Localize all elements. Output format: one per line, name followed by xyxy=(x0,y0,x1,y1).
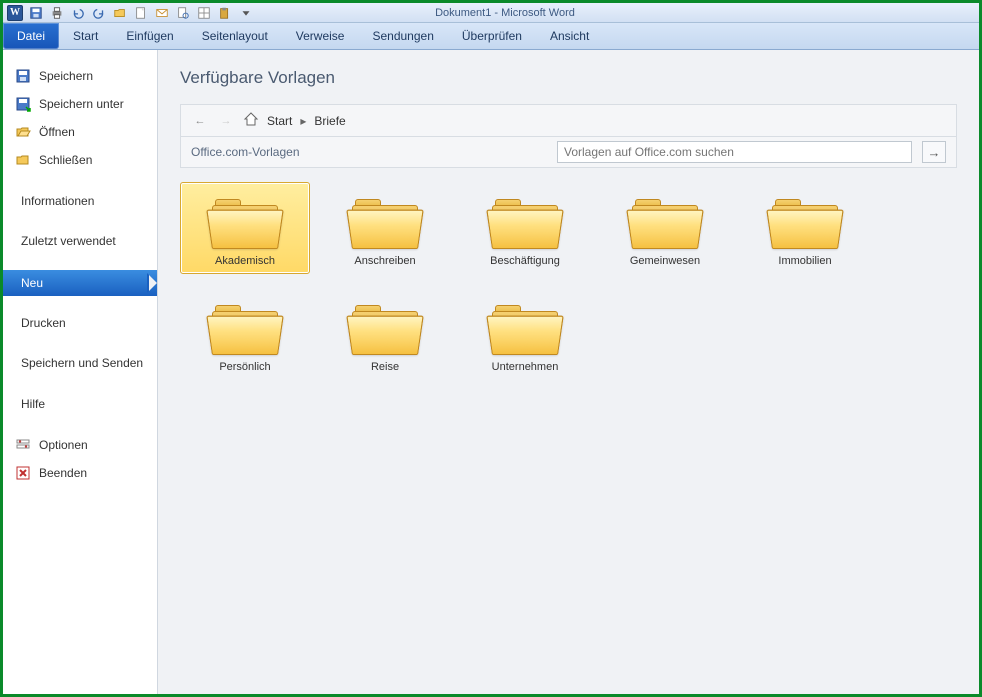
sidebar-item-label: Neu xyxy=(21,276,43,290)
chevron-right-icon: ▸ xyxy=(300,114,306,128)
sidebar-item-label: Schließen xyxy=(39,153,92,167)
folder-icon xyxy=(349,193,421,251)
tab-einfuegen[interactable]: Einfügen xyxy=(112,23,187,49)
template-label: Persönlich xyxy=(219,361,270,373)
sidebar-item-beenden[interactable]: Beenden xyxy=(3,459,157,487)
qat-new-icon[interactable] xyxy=(132,5,150,21)
folder-icon xyxy=(489,193,561,251)
saveas-icon xyxy=(15,96,31,112)
sidebar-item-label: Speichern und Senden xyxy=(21,356,143,372)
sidebar-item-label: Informationen xyxy=(21,194,94,208)
folder-icon xyxy=(209,193,281,251)
template-label: Unternehmen xyxy=(492,361,559,373)
sidebar-item-drucken[interactable]: Drucken xyxy=(3,310,157,336)
folder-icon xyxy=(349,299,421,357)
search-label: Office.com-Vorlagen xyxy=(191,145,300,159)
qat-paste-icon[interactable] xyxy=(216,5,234,21)
search-input[interactable] xyxy=(557,141,912,163)
folder-icon xyxy=(769,193,841,251)
breadcrumb-bar: ← → Start ▸ Briefe xyxy=(180,104,957,137)
home-icon[interactable] xyxy=(243,111,259,130)
qat-redo-icon[interactable] xyxy=(90,5,108,21)
qat-dropdown-icon[interactable] xyxy=(237,5,255,21)
search-row: Office.com-Vorlagen → xyxy=(180,137,957,168)
template-folder-unternehmen[interactable]: Unternehmen xyxy=(460,288,590,380)
save-icon xyxy=(15,68,31,84)
sidebar-item-speichern-und-senden[interactable]: Speichern und Senden xyxy=(3,350,157,378)
qat-preview-icon[interactable] xyxy=(174,5,192,21)
tab-ueberpruefen[interactable]: Überprüfen xyxy=(448,23,536,49)
sidebar-item-label: Zuletzt verwendet xyxy=(21,234,116,250)
sidebar-item-schliessen[interactable]: Schließen xyxy=(3,146,157,174)
sidebar-item-label: Speichern unter xyxy=(39,97,124,111)
backstage-sidebar: Speichern Speichern unter Öffnen Schließ… xyxy=(3,50,158,694)
options-icon xyxy=(15,437,31,453)
qat-open-icon[interactable] xyxy=(111,5,129,21)
window-title: Dokument1 - Microsoft Word xyxy=(435,7,575,19)
quick-access-toolbar xyxy=(27,5,255,21)
nav-back-icon[interactable]: ← xyxy=(191,112,209,130)
qat-print-icon[interactable] xyxy=(48,5,66,21)
backstage-view: Speichern Speichern unter Öffnen Schließ… xyxy=(3,50,979,694)
templates-panel: Verfügbare Vorlagen ← → Start ▸ Briefe O… xyxy=(158,50,979,694)
sidebar-item-label: Öffnen xyxy=(39,125,75,139)
template-folder-reise[interactable]: Reise xyxy=(320,288,450,380)
tab-seitenlayout[interactable]: Seitenlayout xyxy=(188,23,282,49)
templates-grid: Akademisch Anschreiben Beschäftigung Gem… xyxy=(180,182,957,380)
sidebar-item-hilfe[interactable]: Hilfe xyxy=(3,391,157,417)
sidebar-item-label: Beenden xyxy=(39,466,87,480)
sidebar-item-speichern[interactable]: Speichern xyxy=(3,62,157,90)
sidebar-item-informationen[interactable]: Informationen xyxy=(3,188,157,214)
breadcrumb-home[interactable]: Start xyxy=(267,114,292,128)
sidebar-item-neu[interactable]: Neu xyxy=(3,270,157,296)
template-folder-akademisch[interactable]: Akademisch xyxy=(180,182,310,274)
sidebar-item-label: Hilfe xyxy=(21,397,45,411)
tab-sendungen[interactable]: Sendungen xyxy=(358,23,447,49)
panel-heading: Verfügbare Vorlagen xyxy=(180,68,957,88)
folder-icon xyxy=(489,299,561,357)
breadcrumb-current[interactable]: Briefe xyxy=(314,114,345,128)
tab-start[interactable]: Start xyxy=(59,23,112,49)
sidebar-item-speichern-unter[interactable]: Speichern unter xyxy=(3,90,157,118)
word-app-icon xyxy=(7,5,23,21)
tab-ansicht[interactable]: Ansicht xyxy=(536,23,603,49)
qat-table-icon[interactable] xyxy=(195,5,213,21)
template-folder-anschreiben[interactable]: Anschreiben xyxy=(320,182,450,274)
template-folder-beschaeftigung[interactable]: Beschäftigung xyxy=(460,182,590,274)
qat-undo-icon[interactable] xyxy=(69,5,87,21)
template-label: Gemeinwesen xyxy=(630,255,700,267)
sidebar-item-optionen[interactable]: Optionen xyxy=(3,431,157,459)
titlebar: Dokument1 - Microsoft Word xyxy=(3,3,979,23)
template-label: Anschreiben xyxy=(354,255,415,267)
template-label: Reise xyxy=(371,361,399,373)
folder-icon xyxy=(209,299,281,357)
qat-save-icon[interactable] xyxy=(27,5,45,21)
template-folder-persoenlich[interactable]: Persönlich xyxy=(180,288,310,380)
search-go-button[interactable]: → xyxy=(922,141,946,163)
qat-mail-icon[interactable] xyxy=(153,5,171,21)
template-folder-gemeinwesen[interactable]: Gemeinwesen xyxy=(600,182,730,274)
sidebar-item-label: Speichern xyxy=(39,69,93,83)
template-label: Akademisch xyxy=(215,255,275,267)
close-icon xyxy=(15,152,31,168)
tab-verweise[interactable]: Verweise xyxy=(282,23,359,49)
sidebar-item-zuletzt-verwendet[interactable]: Zuletzt verwendet xyxy=(3,228,157,256)
open-icon xyxy=(15,124,31,140)
nav-forward-icon[interactable]: → xyxy=(217,112,235,130)
template-label: Beschäftigung xyxy=(490,255,560,267)
tab-datei[interactable]: Datei xyxy=(3,23,59,49)
ribbon-tabs: Datei Start Einfügen Seitenlayout Verwei… xyxy=(3,23,979,50)
template-folder-immobilien[interactable]: Immobilien xyxy=(740,182,870,274)
folder-icon xyxy=(629,193,701,251)
sidebar-item-oeffnen[interactable]: Öffnen xyxy=(3,118,157,146)
sidebar-item-label: Drucken xyxy=(21,316,66,330)
template-label: Immobilien xyxy=(778,255,831,267)
sidebar-item-label: Optionen xyxy=(39,438,88,452)
exit-icon xyxy=(15,465,31,481)
